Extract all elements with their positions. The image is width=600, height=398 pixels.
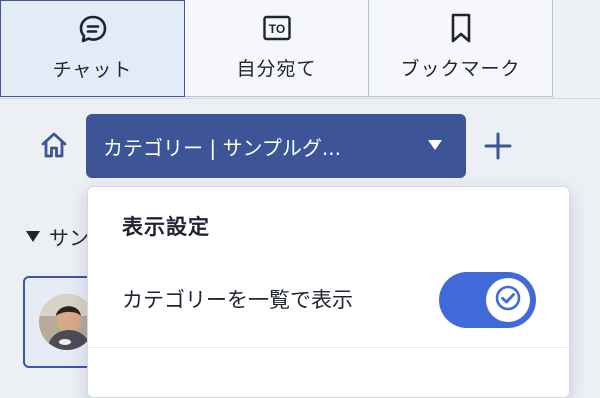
tab-chat-label: チャット xyxy=(52,59,133,81)
check-icon xyxy=(495,285,521,315)
chat-bubble-icon xyxy=(78,11,108,47)
svg-text:TO: TO xyxy=(268,22,284,36)
tab-chat[interactable]: チャット xyxy=(0,0,185,97)
tab-bookmark[interactable]: ブックマーク xyxy=(369,0,553,97)
group-header-label: サン xyxy=(49,226,89,250)
caret-down-icon xyxy=(428,140,442,150)
add-category-button[interactable] xyxy=(478,128,518,168)
to-icon: TO xyxy=(262,10,292,46)
plus-icon xyxy=(482,130,514,166)
collapse-triangle-icon xyxy=(26,231,40,242)
category-select[interactable]: カテゴリー | サンプルグ... xyxy=(86,114,466,178)
toggle-knob xyxy=(486,278,530,322)
home-button[interactable] xyxy=(37,130,71,164)
divider xyxy=(88,347,569,348)
bookmark-icon xyxy=(446,10,476,46)
show-as-list-label: カテゴリーを一覧で表示 xyxy=(122,288,353,312)
display-settings-popover: 表示設定 カテゴリーを一覧で表示 xyxy=(87,186,570,398)
home-icon xyxy=(39,130,69,164)
tab-bar: チャット TO 自分宛て ブックマーク xyxy=(0,0,600,99)
group-header[interactable]: サン xyxy=(26,222,89,251)
show-as-list-toggle[interactable] xyxy=(439,272,536,328)
tab-to-me[interactable]: TO 自分宛て xyxy=(185,0,369,97)
popover-title: 表示設定 xyxy=(122,215,210,239)
tab-bookmark-label: ブックマーク xyxy=(400,58,521,80)
tab-to-me-label: 自分宛て xyxy=(236,58,317,80)
category-select-value: カテゴリー | サンプルグ... xyxy=(103,135,341,160)
